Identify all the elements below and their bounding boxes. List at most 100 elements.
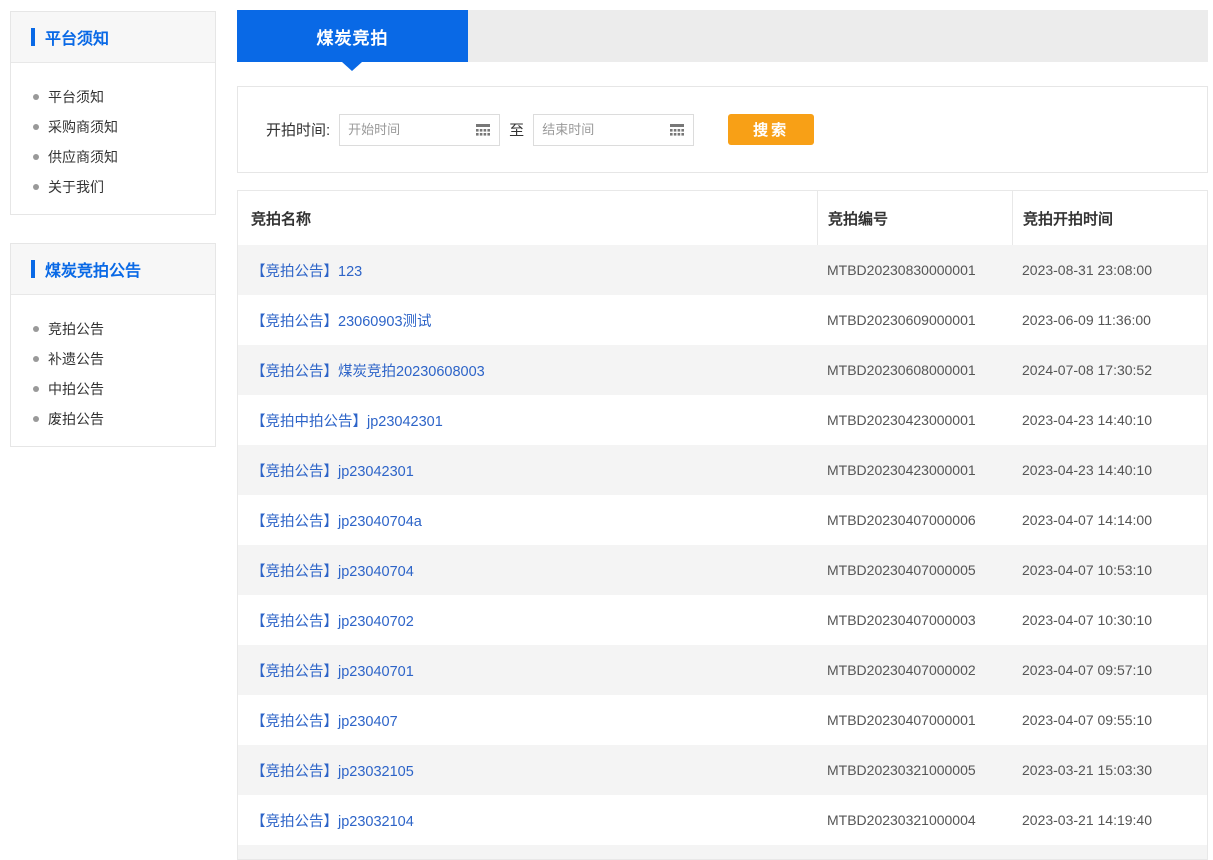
header-auction-time: 竞拍开拍时间	[1012, 191, 1207, 245]
sidebar-section: 煤炭竞拍公告 竞拍公告 补遗公告 中拍公告 废拍公告	[10, 243, 216, 447]
sidebar-item[interactable]: 补遗公告	[33, 344, 215, 374]
search-label: 开拍时间:	[266, 119, 330, 140]
sidebar-section-title: 煤炭竞拍公告	[45, 257, 141, 281]
calendar-icon[interactable]	[475, 123, 491, 137]
auction-link[interactable]: 【竞拍公告】jp23040702	[251, 614, 414, 630]
table-row: 【竞拍公告】jp23040704a MTBD20230407000006 202…	[238, 495, 1207, 545]
table-row: 【竞拍公告】jp23042301 MTBD20230423000001 2023…	[238, 445, 1207, 495]
sidebar-section-header: 煤炭竞拍公告	[11, 244, 215, 295]
auction-link[interactable]: 【竞拍公告】jp23032104	[251, 814, 414, 830]
sidebar-item-label: 补遗公告	[48, 349, 104, 369]
search-panel: 开拍时间: 至	[237, 86, 1208, 173]
start-time-input[interactable]	[348, 122, 471, 137]
auction-code-cell: MTBD20230830000001	[817, 262, 1012, 278]
auction-name-cell: 【竞拍公告】煤炭竞拍20230608003	[238, 360, 817, 381]
end-time-field[interactable]	[533, 114, 694, 146]
sidebar-item-label: 供应商须知	[48, 147, 118, 167]
auction-link[interactable]: 【竞拍公告】jp23040701	[251, 664, 414, 680]
tab-caret-icon	[342, 62, 362, 71]
auction-code-cell: MTBD20230423000001	[817, 462, 1012, 478]
sidebar-item-label: 中拍公告	[48, 379, 104, 399]
auction-link[interactable]: 【竞拍公告】jp23032105	[251, 764, 414, 780]
sidebar-item[interactable]: 废拍公告	[33, 404, 215, 434]
table-body: 【竞拍公告】123 MTBD20230830000001 2023-08-31 …	[238, 245, 1207, 860]
auction-code-cell: MTBD20230407000003	[817, 612, 1012, 628]
auction-link[interactable]: 【竞拍中拍公告】jp23042301	[251, 414, 443, 430]
auction-link[interactable]: 【竞拍公告】23060903测试	[251, 314, 432, 330]
sidebar-section-list: 竞拍公告 补遗公告 中拍公告 废拍公告	[11, 295, 215, 446]
calendar-icon[interactable]	[669, 123, 685, 137]
auction-time-cell: 2024-07-08 17:30:52	[1012, 362, 1207, 378]
auction-time-cell: 2023-03-21 15:03:30	[1012, 762, 1207, 778]
sidebar-item[interactable]: 竞拍公告	[33, 314, 215, 344]
auction-link[interactable]: 【竞拍公告】煤炭竞拍20230608003	[251, 364, 485, 380]
auction-link[interactable]: 【竞拍公告】123	[251, 264, 362, 280]
bullet-icon	[33, 356, 39, 362]
auction-time-cell: 2023-04-07 09:57:10	[1012, 662, 1207, 678]
auction-name-cell: 【竞拍公告】jp23032105	[238, 760, 817, 781]
sidebar-item[interactable]: 供应商须知	[33, 142, 215, 172]
auction-link[interactable]: 【竞拍公告】jp23042301	[251, 464, 414, 480]
tab-bar: 煤炭竞拍	[237, 10, 1208, 62]
table-row: 【竞拍公告】jp23040702 MTBD20230407000003 2023…	[238, 595, 1207, 645]
auction-code-cell: MTBD20230609000001	[817, 312, 1012, 328]
sidebar-item[interactable]: 中拍公告	[33, 374, 215, 404]
header-auction-code: 竞拍编号	[817, 191, 1012, 245]
auction-name-cell: 【竞拍公告】23060903测试	[238, 310, 817, 331]
auction-code-cell: MTBD20230321000004	[817, 812, 1012, 828]
bullet-icon	[33, 326, 39, 332]
bullet-icon	[33, 184, 39, 190]
sidebar-item-label: 采购商须知	[48, 117, 118, 137]
auction-name-cell: 【竞拍公告】jp23040704	[238, 560, 817, 581]
auction-link[interactable]: 【竞拍公告】jp23040704	[251, 564, 414, 580]
auction-table: 竞拍名称 竞拍编号 竞拍开拍时间 【竞拍公告】123 MTBD202308300…	[237, 190, 1208, 860]
bullet-icon	[33, 154, 39, 160]
start-time-field[interactable]	[339, 114, 500, 146]
table-row: 【竞拍公告】jp23032104 MTBD20230321000004 2023…	[238, 795, 1207, 845]
auction-code-cell: MTBD20230407000001	[817, 712, 1012, 728]
table-row: 【竞拍公告】23060903测试 MTBD20230609000001 2023…	[238, 295, 1207, 345]
table-header: 竞拍名称 竞拍编号 竞拍开拍时间	[238, 191, 1207, 245]
auction-time-cell: 2023-04-23 14:40:10	[1012, 462, 1207, 478]
auction-name-cell: 【竞拍公告】123	[238, 260, 817, 281]
sidebar-item-label: 平台须知	[48, 87, 104, 107]
auction-name-cell: 【竞拍公告】jp23040701	[238, 660, 817, 681]
sidebar-item[interactable]: 平台须知	[33, 82, 215, 112]
auction-link[interactable]: 【竞拍公告】jp230407	[251, 714, 398, 730]
end-time-input[interactable]	[542, 122, 665, 137]
bullet-icon	[33, 94, 39, 100]
auction-time-cell: 2023-04-07 09:55:10	[1012, 712, 1207, 728]
auction-code-cell: MTBD20230321000005	[817, 762, 1012, 778]
sidebar-item-label: 关于我们	[48, 177, 104, 197]
auction-time-cell: 2023-04-07 14:14:00	[1012, 512, 1207, 528]
tab-coal-auction[interactable]: 煤炭竞拍	[237, 10, 468, 62]
sidebar-section: 平台须知 平台须知 采购商须知 供应商须知 关于我们	[10, 11, 216, 215]
auction-name-cell: 【竞拍公告】jp23032104	[238, 810, 817, 831]
sidebar-item-label: 废拍公告	[48, 409, 104, 429]
table-row: 【竞拍公告】jp230407 MTBD20230407000001 2023-0…	[238, 695, 1207, 745]
sidebar-section-list: 平台须知 采购商须知 供应商须知 关于我们	[11, 63, 215, 214]
header-auction-name: 竞拍名称	[238, 191, 817, 245]
sidebar-item[interactable]: 关于我们	[33, 172, 215, 202]
auction-link[interactable]: 【竞拍公告】jp23040704a	[251, 514, 422, 530]
auction-name-cell: 【竞拍中拍公告】jp23042301	[238, 410, 817, 431]
auction-code-cell: MTBD20230423000001	[817, 412, 1012, 428]
main-content: 煤炭竞拍 开拍时间: 至	[237, 10, 1208, 860]
bullet-icon	[33, 124, 39, 130]
auction-code-cell: MTBD20230407000006	[817, 512, 1012, 528]
section-accent-bar-icon	[31, 28, 35, 46]
table-row: 【竞拍公告】jp23040704 MTBD20230407000005 2023…	[238, 545, 1207, 595]
sidebar-section-title: 平台须知	[45, 25, 109, 49]
sidebar-item-label: 竞拍公告	[48, 319, 104, 339]
search-button[interactable]: 搜索	[728, 114, 814, 145]
auction-name-cell: 【竞拍公告】jp23040704a	[238, 510, 817, 531]
bullet-icon	[33, 386, 39, 392]
table-row-partial	[238, 845, 1207, 860]
auction-code-cell: MTBD20230608000001	[817, 362, 1012, 378]
sidebar-item[interactable]: 采购商须知	[33, 112, 215, 142]
auction-time-cell: 2023-04-07 10:53:10	[1012, 562, 1207, 578]
table-row: 【竞拍中拍公告】jp23042301 MTBD20230423000001 20…	[238, 395, 1207, 445]
sidebar: 平台须知 平台须知 采购商须知 供应商须知 关于我们 煤炭竞拍公告 竞拍公告 补…	[10, 11, 216, 475]
auction-time-cell: 2023-06-09 11:36:00	[1012, 312, 1207, 328]
auction-time-cell: 2023-08-31 23:08:00	[1012, 262, 1207, 278]
